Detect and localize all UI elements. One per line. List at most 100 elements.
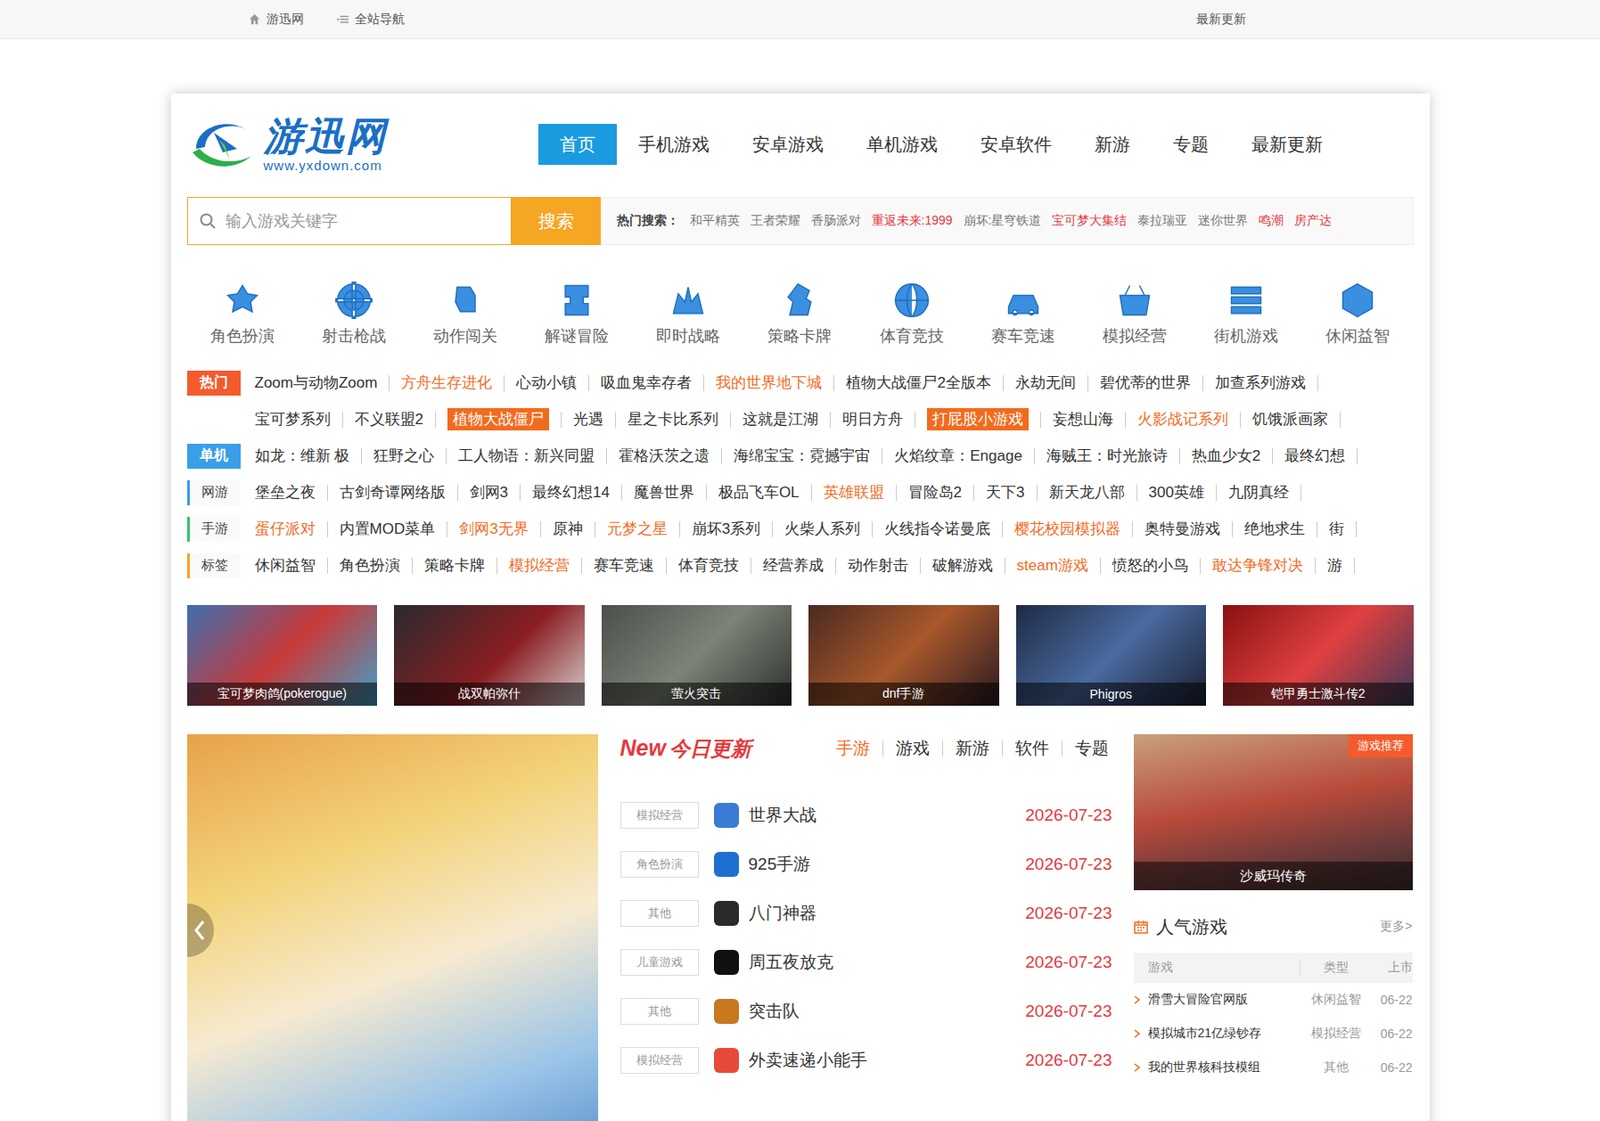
nav-item[interactable]: 最新更新 bbox=[1230, 123, 1345, 165]
hot-search-item[interactable]: 泰拉瑞亚 bbox=[1137, 213, 1188, 230]
category-item[interactable]: 赛车竞速 bbox=[967, 280, 1079, 347]
tag-link[interactable]: 工人物语：新兴同盟 bbox=[458, 447, 595, 465]
tag-link[interactable]: 海贼王：时光旅诗 bbox=[1046, 447, 1168, 465]
tag-link[interactable]: 火柴人系列 bbox=[784, 520, 861, 538]
nav-item[interactable]: 专题 bbox=[1151, 123, 1231, 165]
update-row[interactable]: 模拟经营 世界大战 2026-07-23 bbox=[620, 790, 1113, 840]
tag-link[interactable]: 敢达争锋对决 bbox=[1212, 557, 1304, 575]
tag-link[interactable]: 动作射击 bbox=[847, 557, 909, 575]
tag-link[interactable]: 明日方舟 bbox=[842, 410, 903, 428]
category-item[interactable]: 模拟经营 bbox=[1078, 280, 1190, 347]
tag-link[interactable]: 我的世界地下城 bbox=[715, 374, 822, 392]
featured-card[interactable]: Phigros bbox=[1016, 605, 1207, 706]
tag-link[interactable]: 妄想山海 bbox=[1052, 410, 1114, 428]
tag-link[interactable]: 如龙：维新 极 bbox=[254, 447, 351, 465]
tag-link[interactable]: 热血少女2 bbox=[1191, 447, 1261, 465]
site-nav-link[interactable]: 全站导航 bbox=[336, 11, 405, 28]
tag-link[interactable]: 狂野之心 bbox=[373, 447, 435, 465]
update-row[interactable]: 其他 突击队 2026-07-23 bbox=[620, 986, 1113, 1036]
nav-item[interactable]: 安卓软件 bbox=[959, 123, 1074, 165]
tag-link[interactable]: 休闲益智 bbox=[254, 557, 316, 575]
hot-search-item[interactable]: 宝可梦大集结 bbox=[1051, 213, 1127, 230]
tag-link[interactable]: 心动小镇 bbox=[516, 374, 577, 392]
nav-item[interactable]: 首页 bbox=[538, 123, 617, 165]
tag-link[interactable]: 极品飞车OL bbox=[718, 484, 800, 501]
update-name[interactable]: 外卖速递小能手 bbox=[748, 1049, 1026, 1073]
category-item[interactable]: 体育竞技 bbox=[855, 280, 968, 347]
banner-slider[interactable] bbox=[187, 734, 599, 1121]
tag-link[interactable]: 愤怒的小鸟 bbox=[1112, 557, 1189, 575]
tag-link[interactable]: 原神 bbox=[552, 520, 583, 538]
category-item[interactable]: 射击枪战 bbox=[298, 280, 411, 347]
category-item[interactable]: 街机游戏 bbox=[1189, 280, 1302, 347]
popular-row[interactable]: 模拟城市21亿绿钞存 模拟经营 06-22 bbox=[1133, 1017, 1413, 1051]
tag-link[interactable]: 不义联盟2 bbox=[354, 410, 424, 428]
today-tab[interactable]: 游戏 bbox=[882, 740, 943, 757]
today-tab[interactable]: 软件 bbox=[1001, 740, 1062, 757]
tag-link[interactable]: 元梦之星 bbox=[607, 520, 668, 538]
latest-link[interactable]: 最新更新 bbox=[1196, 11, 1247, 28]
tag-link[interactable]: 英雄联盟 bbox=[823, 484, 885, 501]
tag-link[interactable]: 饥饿派画家 bbox=[1252, 410, 1329, 428]
tag-link[interactable]: 碧优蒂的世界 bbox=[1099, 374, 1191, 392]
tag-link[interactable]: 最终幻想14 bbox=[532, 484, 610, 501]
tag-link[interactable]: 古剑奇谭网络版 bbox=[339, 484, 446, 501]
tag-link[interactable]: steam游戏 bbox=[1017, 557, 1089, 575]
tag-link[interactable]: 模拟经营 bbox=[508, 557, 570, 575]
tag-link[interactable]: 这就是江湖 bbox=[742, 410, 819, 428]
tag-link[interactable]: 街 bbox=[1329, 520, 1345, 538]
tag-link[interactable]: 蛋仔派对 bbox=[254, 520, 316, 538]
hot-search-item[interactable]: 迷你世界 bbox=[1197, 213, 1248, 230]
update-name[interactable]: 周五夜放克 bbox=[748, 951, 1026, 975]
update-name[interactable]: 突击队 bbox=[748, 1000, 1026, 1024]
tag-link[interactable]: 剑网3无界 bbox=[459, 520, 528, 538]
tag-link[interactable]: 魔兽世界 bbox=[633, 484, 695, 501]
category-item[interactable]: 动作闯关 bbox=[410, 280, 522, 347]
tag-link[interactable]: 火线指令诺曼底 bbox=[884, 520, 991, 538]
category-item[interactable]: 策略卡牌 bbox=[744, 280, 856, 347]
today-tab[interactable]: 专题 bbox=[1061, 740, 1113, 757]
hot-search-item[interactable]: 房产达 bbox=[1294, 213, 1332, 230]
nav-item[interactable]: 手机游戏 bbox=[616, 123, 731, 165]
category-item[interactable]: 解谜冒险 bbox=[521, 280, 633, 347]
hot-search-item[interactable]: 鸣潮 bbox=[1258, 213, 1284, 230]
tag-link[interactable]: 加查系列游戏 bbox=[1214, 374, 1306, 392]
tag-link[interactable]: 角色扮演 bbox=[339, 557, 401, 575]
featured-card[interactable]: 铠甲勇士激斗传2 bbox=[1222, 605, 1414, 706]
prev-arrow-icon[interactable] bbox=[187, 903, 223, 958]
tag-link[interactable]: 星之卡比系列 bbox=[627, 410, 719, 428]
tag-link[interactable]: 绝地求生 bbox=[1244, 520, 1305, 538]
update-row[interactable]: 模拟经营 外卖速递小能手 2026-07-23 bbox=[620, 1035, 1113, 1085]
tag-link[interactable]: 赛车竞速 bbox=[593, 557, 655, 575]
nav-item[interactable]: 单机游戏 bbox=[845, 123, 960, 165]
more-link[interactable]: 更多> bbox=[1379, 918, 1412, 936]
hot-search-item[interactable]: 和平精英 bbox=[689, 213, 740, 230]
category-item[interactable]: 角色扮演 bbox=[187, 280, 299, 347]
update-row[interactable]: 其他 八门神器 2026-07-23 bbox=[620, 888, 1113, 938]
search-button[interactable]: 搜索 bbox=[511, 196, 601, 246]
today-tab[interactable]: 手游 bbox=[823, 740, 883, 757]
tag-link[interactable]: 破解游戏 bbox=[932, 557, 993, 575]
tag-link[interactable]: 经营养成 bbox=[763, 557, 824, 575]
tag-link[interactable]: 方舟生存进化 bbox=[401, 374, 493, 392]
tag-link[interactable]: 新天龙八部 bbox=[1049, 484, 1125, 501]
search-input[interactable] bbox=[223, 211, 511, 232]
featured-card[interactable]: dnf手游 bbox=[808, 605, 1000, 706]
hot-search-item[interactable]: 香肠派对 bbox=[811, 213, 862, 230]
tag-link[interactable]: 堡垒之夜 bbox=[254, 484, 316, 501]
update-row[interactable]: 角色扮演 925手游 2026-07-23 bbox=[620, 839, 1113, 889]
popular-row[interactable]: 滑雪大冒险官网版 休闲益智 06-22 bbox=[1133, 983, 1413, 1018]
tag-link[interactable]: 吸血鬼幸存者 bbox=[600, 374, 692, 392]
tag-link[interactable]: 打屁股小游戏 bbox=[927, 408, 1029, 431]
today-tab[interactable]: 新游 bbox=[942, 740, 1002, 757]
tag-link[interactable]: 植物大战僵尸2全版本 bbox=[845, 374, 991, 392]
featured-card[interactable]: 战双帕弥什 bbox=[393, 605, 585, 706]
hot-search-item[interactable]: 重返未来:1999 bbox=[871, 213, 953, 230]
hot-search-item[interactable]: 王者荣耀 bbox=[750, 213, 801, 230]
hot-search-item[interactable]: 崩坏:星穹铁道 bbox=[963, 213, 1043, 230]
tag-link[interactable]: 剑网3 bbox=[469, 484, 509, 501]
tag-link[interactable]: 策略卡牌 bbox=[424, 557, 485, 575]
tag-link[interactable]: 内置MOD菜单 bbox=[339, 520, 436, 538]
category-item[interactable]: 休闲益智 bbox=[1301, 280, 1413, 347]
tag-link[interactable]: Zoom与动物Zoom bbox=[254, 374, 378, 392]
